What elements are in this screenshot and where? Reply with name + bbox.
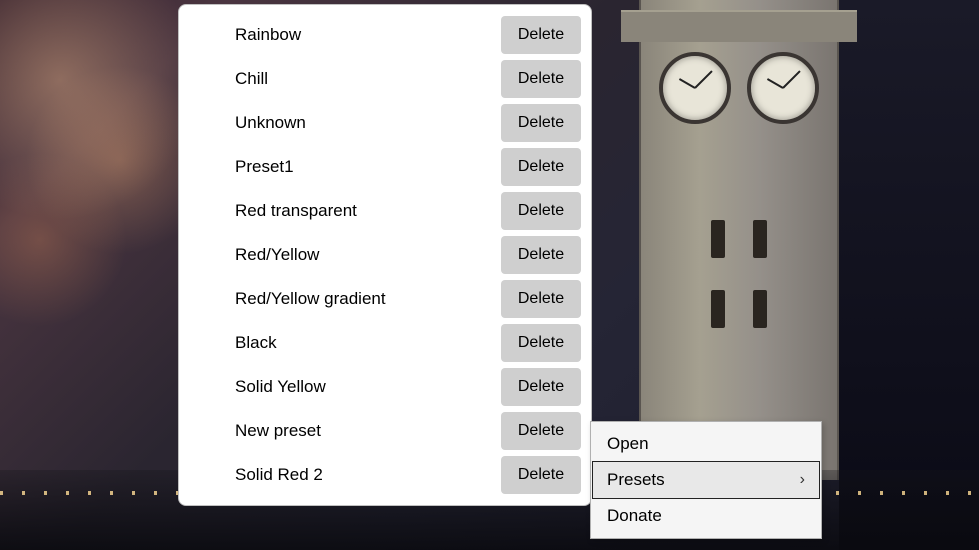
tower-window [753, 290, 767, 328]
clock-tower [639, 0, 839, 480]
preset-row: Preset1 Delete [185, 145, 585, 189]
delete-button[interactable]: Delete [501, 104, 581, 142]
menu-item-presets[interactable]: Presets › [592, 461, 820, 499]
chevron-right-icon: › [800, 471, 805, 489]
menu-item-label: Donate [607, 506, 662, 526]
preset-row: Rainbow Delete [185, 13, 585, 57]
clock-face-right [747, 52, 819, 124]
preset-label[interactable]: Red transparent [235, 201, 491, 221]
preset-label[interactable]: Unknown [235, 113, 491, 133]
delete-button[interactable]: Delete [501, 280, 581, 318]
preset-row: Solid Red 2 Delete [185, 453, 585, 497]
preset-row: New preset Delete [185, 409, 585, 453]
delete-button[interactable]: Delete [501, 368, 581, 406]
delete-button[interactable]: Delete [501, 148, 581, 186]
tower-window [753, 220, 767, 258]
tower-window [711, 220, 725, 258]
preset-row: Black Delete [185, 321, 585, 365]
presets-panel: RainbowDeleteChillDeleteUnknownDeletePre… [178, 4, 592, 506]
preset-row: Unknown Delete [185, 101, 585, 145]
dark-sky [839, 0, 979, 550]
preset-label[interactable]: Preset1 [235, 157, 491, 177]
preset-label[interactable]: Chill [235, 69, 491, 89]
preset-row: Solid Yellow Delete [185, 365, 585, 409]
preset-label[interactable]: Solid Yellow [235, 377, 491, 397]
delete-button[interactable]: Delete [501, 324, 581, 362]
menu-item-open[interactable]: Open [593, 426, 819, 462]
preset-row: Red transparent Delete [185, 189, 585, 233]
menu-item-donate[interactable]: Donate [593, 498, 819, 534]
delete-button[interactable]: Delete [501, 60, 581, 98]
delete-button[interactable]: Delete [501, 192, 581, 230]
delete-button[interactable]: Delete [501, 412, 581, 450]
preset-label[interactable]: Red/Yellow gradient [235, 289, 491, 309]
delete-button[interactable]: Delete [501, 456, 581, 494]
preset-label[interactable]: Red/Yellow [235, 245, 491, 265]
tower-window [711, 290, 725, 328]
preset-label[interactable]: Solid Red 2 [235, 465, 491, 485]
preset-label[interactable]: Black [235, 333, 491, 353]
preset-row: Red/Yellow Delete [185, 233, 585, 277]
clock-face-left [659, 52, 731, 124]
delete-button[interactable]: Delete [501, 16, 581, 54]
preset-row: Chill Delete [185, 57, 585, 101]
preset-row: Red/Yellow gradient Delete [185, 277, 585, 321]
context-menu: Open Presets › Donate [590, 421, 822, 539]
menu-item-label: Open [607, 434, 649, 454]
fireworks-glow [0, 0, 200, 400]
preset-label[interactable]: New preset [235, 421, 491, 441]
preset-label[interactable]: Rainbow [235, 25, 491, 45]
menu-item-label: Presets [607, 470, 665, 490]
delete-button[interactable]: Delete [501, 236, 581, 274]
